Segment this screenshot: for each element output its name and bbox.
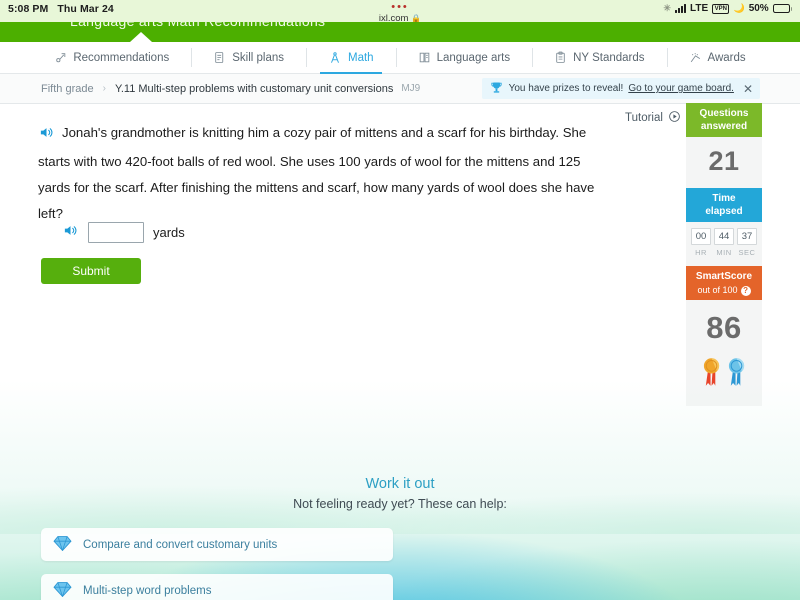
answer-input[interactable]	[88, 222, 144, 243]
breadcrumb-skill-title: Y.11 Multi-step problems with customary …	[114, 82, 394, 95]
site-header-obscured-text: Language arts Math Recommendations	[70, 22, 325, 29]
question-block: Jonah's grandmother is knitting him a co…	[38, 120, 598, 227]
smartscore-header: SmartScore out of 100 ?	[686, 266, 762, 300]
language-arts-book-icon	[418, 51, 431, 64]
breadcrumb-grade[interactable]: Fifth grade	[41, 83, 94, 95]
diamond-icon	[53, 535, 72, 555]
timer-minutes-label: MIN	[716, 248, 732, 257]
tab-label: NY Standards	[573, 51, 645, 64]
tab-math[interactable]: Math	[306, 42, 396, 74]
timer-hours-label: HR	[695, 248, 707, 257]
help-card-label: Compare and convert customary units	[83, 538, 278, 551]
gold-ribbon-icon	[702, 356, 721, 394]
tab-label: Skill plans	[232, 51, 284, 64]
tab-ny-standards[interactable]: NY Standards	[532, 42, 666, 73]
questions-answered-title-1: Questions	[699, 108, 749, 119]
work-it-out-title: Work it out	[365, 476, 435, 492]
signal-bars-icon	[674, 4, 686, 13]
do-not-disturb-moon-icon: 🌙	[733, 3, 745, 13]
tab-awards[interactable]: Awards	[666, 42, 768, 73]
tab-skill-plans[interactable]: Skill plans	[191, 42, 306, 73]
award-ribbons	[686, 352, 762, 406]
timer-minutes: 44 MIN	[714, 228, 734, 257]
status-bar-right: ✳ LTE VPN 🌙 50%	[663, 3, 792, 14]
help-card-multistep-word-problems[interactable]: Multi-step word problems	[41, 574, 393, 600]
prize-banner: You have prizes to reveal! Go to your ga…	[481, 78, 760, 99]
main-navigation: Recommendations Skill plans Math Languag…	[0, 42, 800, 74]
tab-label: Awards	[707, 51, 746, 64]
speaker-icon[interactable]	[62, 223, 79, 243]
question-text: Jonah's grandmother is knitting him a co…	[38, 125, 595, 221]
tutorial-label: Tutorial	[625, 112, 663, 124]
answer-unit-label: yards	[153, 225, 185, 240]
ixl-practice-page: 5:08 PM Thu Mar 24 ••• ixl.com 🔒 ✳ LTE V…	[0, 0, 800, 600]
timer-hours: 00 HR	[691, 228, 711, 257]
standards-clipboard-icon	[554, 51, 567, 64]
blue-ribbon-icon	[727, 356, 746, 394]
help-card-label: Multi-step word problems	[83, 584, 212, 597]
status-time: 5:08 PM	[8, 3, 49, 15]
tab-label: Math	[348, 51, 374, 64]
status-bar-left: 5:08 PM Thu Mar 24	[8, 3, 114, 15]
awards-icon	[689, 51, 702, 64]
tab-label: Language arts	[436, 51, 511, 64]
timer-hours-value: 00	[691, 228, 711, 245]
smartscore-subtitle: out of 100	[697, 285, 738, 295]
vpn-badge: VPN	[712, 3, 730, 14]
header-notch	[130, 32, 152, 42]
help-card-compare-convert[interactable]: Compare and convert customary units	[41, 528, 393, 561]
battery-percent-label: 50%	[748, 3, 769, 14]
timer-minutes-value: 44	[714, 228, 734, 245]
trophy-icon	[489, 80, 504, 98]
tab-label: Recommendations	[73, 51, 170, 64]
close-icon[interactable]: ✕	[743, 82, 753, 96]
questions-answered-header: Questions answered	[686, 103, 762, 137]
submit-button[interactable]: Submit	[41, 258, 141, 284]
time-elapsed-title-2: elapsed	[705, 206, 743, 217]
smartscore-title: SmartScore	[695, 271, 753, 282]
battery-icon	[772, 4, 792, 13]
tab-language-arts[interactable]: Language arts	[395, 42, 533, 73]
tutorial-link[interactable]: Tutorial	[625, 110, 681, 126]
timer-display: 00 HR 44 MIN 37 SEC	[686, 222, 762, 257]
site-green-header: Language arts Math Recommendations	[0, 22, 800, 42]
time-elapsed-header: Time elapsed	[686, 188, 762, 222]
speaker-icon[interactable]	[38, 123, 55, 149]
recommendations-icon	[54, 51, 67, 64]
timer-seconds: 37 SEC	[737, 228, 757, 257]
play-circle-icon	[668, 110, 681, 126]
smartscore-subtitle-row: out of 100 ?	[688, 284, 760, 297]
game-board-link[interactable]: Go to your game board.	[628, 83, 734, 94]
skill-code: MJ9	[401, 83, 421, 94]
math-compass-icon	[328, 51, 342, 65]
breadcrumb-separator-icon: ›	[102, 83, 106, 94]
skill-plans-icon	[213, 51, 226, 64]
questions-answered-value: 21	[708, 146, 740, 176]
work-it-out-subtitle: Not feeling ready yet? These can help:	[293, 497, 507, 511]
timer-seconds-label: SEC	[738, 248, 756, 257]
tab-recommendations[interactable]: Recommendations	[32, 42, 191, 73]
help-cards-list: Compare and convert customary units Mult…	[41, 528, 759, 600]
answer-row: yards	[62, 222, 185, 243]
status-date: Thu Mar 24	[57, 3, 114, 15]
prize-message: You have prizes to reveal!	[508, 83, 624, 94]
diamond-icon	[53, 581, 72, 600]
network-type-label: LTE	[689, 3, 709, 14]
activity-spinner-icon: ✳	[663, 3, 671, 13]
time-elapsed-title-1: Time	[712, 193, 736, 204]
help-question-icon[interactable]: ?	[740, 285, 751, 296]
timer-seconds-value: 37	[737, 228, 757, 245]
questions-answered-title-2: answered	[700, 121, 748, 132]
smartscore-value: 86	[706, 310, 742, 345]
score-panel: Questions answered 21 Time elapsed 00 HR…	[686, 103, 762, 406]
